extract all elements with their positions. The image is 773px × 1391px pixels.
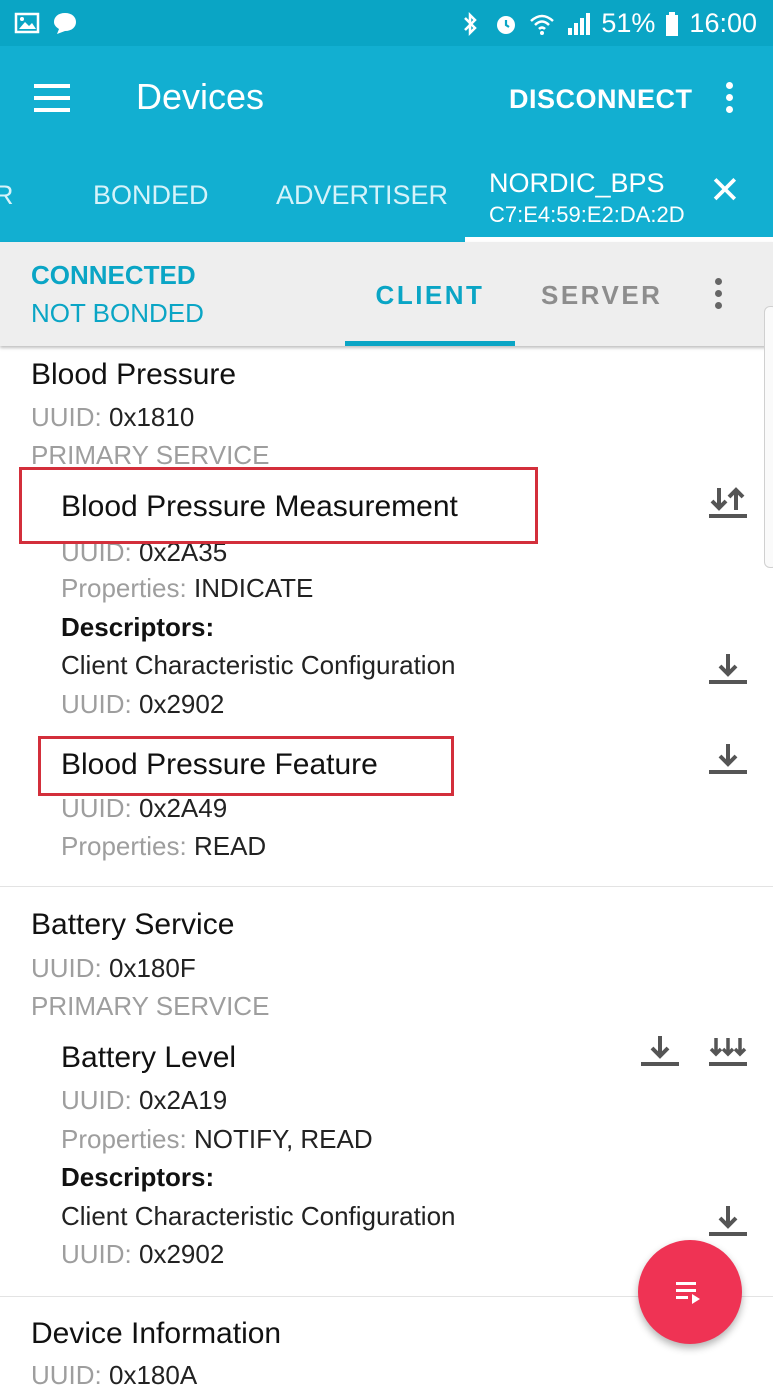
characteristic-properties: Properties: INDICATE xyxy=(61,573,314,603)
playlist-icon xyxy=(676,1282,700,1304)
highlight-box xyxy=(19,467,538,544)
read-descriptor-icon[interactable] xyxy=(708,1204,748,1240)
characteristic-uuid: UUID: 0x2A49 xyxy=(61,793,228,823)
service-name: Blood Pressure xyxy=(31,358,237,391)
tab-device-nordic-bps[interactable]: NORDIC_BPS C7:E4:59:E2:DA:2D ✕ xyxy=(465,156,773,242)
tab-bonded[interactable]: BONDED xyxy=(93,180,209,211)
descriptor-uuid: UUID: 0x2902 xyxy=(61,1239,225,1269)
characteristic-properties: Properties: NOTIFY, READ xyxy=(61,1124,373,1154)
image-icon xyxy=(14,12,40,34)
characteristic-uuid: UUID: 0x2A19 xyxy=(61,1085,228,1115)
close-icon[interactable]: ✕ xyxy=(709,172,741,210)
divider xyxy=(0,886,773,887)
descriptor-uuid: UUID: 0x2902 xyxy=(61,689,225,719)
service-name: Battery Service xyxy=(31,908,235,941)
characteristic-name: Battery Level xyxy=(61,1041,237,1074)
service-uuid: UUID: 0x180F xyxy=(31,953,196,983)
tab-scanner-partial[interactable]: R xyxy=(0,180,14,211)
service-name: Device Information xyxy=(31,1317,282,1350)
disconnect-button[interactable]: DISCONNECT xyxy=(509,84,693,115)
log-fab-button[interactable] xyxy=(638,1240,742,1344)
tab-advertiser[interactable]: ADVERTISER xyxy=(276,180,448,211)
characteristic-properties: Properties: READ xyxy=(61,831,267,861)
indicate-toggle-icon[interactable] xyxy=(708,486,748,522)
battery-percent: 51% xyxy=(601,8,656,38)
read-descriptor-icon[interactable] xyxy=(708,652,748,688)
bond-state: NOT BONDED xyxy=(31,298,204,328)
device-name: NORDIC_BPS xyxy=(489,168,665,198)
descriptors-heading: Descriptors: xyxy=(61,1162,215,1192)
connection-bar: CONNECTED NOT BONDED CLIENT SERVER xyxy=(0,242,773,346)
tab-client-label: CLIENT xyxy=(375,280,485,310)
tab-server[interactable]: SERVER xyxy=(541,280,662,311)
service-uuid: UUID: 0x180A xyxy=(31,1360,198,1390)
scroll-edge xyxy=(764,306,773,568)
device-address: C7:E4:59:E2:DA:2D xyxy=(489,202,685,227)
device-tabs: R BONDED ADVERTISER NORDIC_BPS C7:E4:59:… xyxy=(0,156,773,242)
notify-icon[interactable] xyxy=(708,1034,748,1070)
status-bar: 51% 16:00 xyxy=(0,0,773,46)
app-bar: Devices DISCONNECT xyxy=(0,46,773,156)
service-uuid: UUID: 0x1810 xyxy=(31,402,195,432)
read-icon[interactable] xyxy=(708,742,748,778)
connection-overflow-icon[interactable] xyxy=(715,278,725,314)
signal-icon xyxy=(568,12,591,35)
chat-bubble-icon xyxy=(54,13,76,34)
page-title: Devices xyxy=(136,76,265,117)
clock: 16:00 xyxy=(689,8,757,38)
service-type: PRIMARY SERVICE xyxy=(31,991,270,1021)
connection-state: CONNECTED xyxy=(31,260,196,290)
descriptor-name: Client Characteristic Configuration xyxy=(61,650,456,680)
battery-icon xyxy=(666,11,679,36)
descriptor-name: Client Characteristic Configuration xyxy=(61,1201,456,1231)
descriptors-heading: Descriptors: xyxy=(61,612,215,642)
bluetooth-icon xyxy=(464,11,478,36)
wifi-icon xyxy=(530,14,555,35)
alarm-icon xyxy=(497,15,516,34)
highlight-box xyxy=(38,736,454,796)
read-icon[interactable] xyxy=(640,1034,680,1070)
tab-client[interactable]: CLIENT xyxy=(345,242,515,346)
overflow-menu-icon[interactable] xyxy=(726,82,736,118)
hamburger-menu-icon[interactable] xyxy=(34,84,70,112)
tab-indicator xyxy=(345,341,515,346)
